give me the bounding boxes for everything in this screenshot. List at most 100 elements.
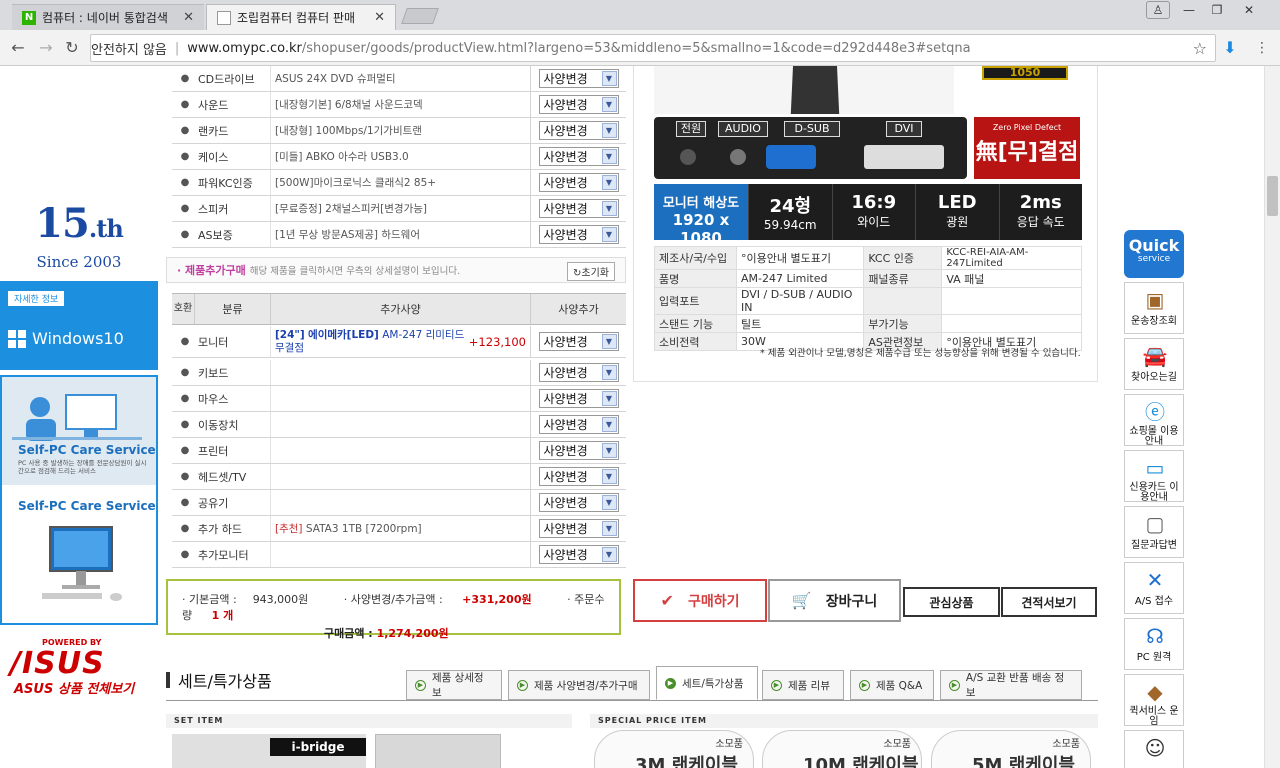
option-select[interactable]: 사양변경 ▼ (538, 147, 619, 166)
close-icon[interactable]: ✕ (374, 10, 385, 25)
tab-naver-search[interactable]: N 컴퓨터 : 네이버 통합검색 ✕ (12, 4, 204, 30)
add-row-headset[interactable]: ● 헤드셋/TV 사양변경 ▼ (172, 464, 626, 490)
add-row-storage[interactable]: ● 이동장치 사양변경 ▼ (172, 412, 626, 438)
info-value: °이용안내 별도표기 (735, 246, 865, 270)
special-item[interactable]: 소모품 10M 랜케이블 (762, 730, 922, 768)
add-description[interactable]: [추천] SATA3 1TB [7200rpm] (270, 516, 530, 541)
reload-icon[interactable]: ↻ (62, 38, 82, 58)
add-row-printer[interactable]: ● 프린터 사양변경 ▼ (172, 438, 626, 464)
select-value: 사양변경 (543, 444, 588, 458)
tab-label: A/S 교환 반품 배송 정보 (965, 672, 1065, 699)
spec-row-cd-drive[interactable]: ● CD드라이브 ASUS 24X DVD 슈퍼멀티 사양변경 ▼ (172, 66, 626, 92)
info-value (941, 314, 1082, 333)
option-select[interactable]: 사양변경 ▼ (538, 95, 619, 114)
quick-item-card-guide[interactable]: ▭ 신용카드 이용안내 (1124, 450, 1184, 503)
special-item-title: 3M 랜케이블 (635, 755, 738, 768)
option-select[interactable]: 사양변경 ▼ (538, 173, 619, 192)
self-pc-care-banner[interactable]: Self-PC Care Service PC 사용 중 발생하는 장애를 전문… (0, 375, 158, 625)
close-icon[interactable]: ✕ (183, 10, 194, 25)
profile-icon[interactable]: ♙ (1146, 1, 1170, 19)
add-row-hdd[interactable]: ● 추가 하드 [추천] SATA3 1TB [7200rpm] 사양변경 ▼ (172, 516, 626, 542)
quick-item-remote[interactable]: ☊ PC 원격 (1124, 618, 1184, 670)
quick-item-directions[interactable]: 🚘 찾아오는길 (1124, 338, 1184, 390)
add-row-mouse[interactable]: ● 마우스 사양변경 ▼ (172, 386, 626, 412)
forward-icon[interactable]: → (36, 38, 56, 58)
bookmark-star-icon[interactable]: ☆ (1193, 39, 1207, 58)
option-select[interactable]: 사양변경 ▼ (538, 441, 619, 460)
option-select[interactable]: 사양변경 ▼ (538, 519, 619, 538)
minimize-button[interactable]: — (1176, 0, 1202, 20)
tab-set-special[interactable]: ▶ 세트/특가상품 (656, 666, 758, 700)
info-key: 패널종류 (863, 269, 943, 288)
option-select[interactable]: 사양변경 ▼ (538, 225, 619, 244)
extension-icon[interactable]: ⬇ (1220, 38, 1240, 58)
bullet: ● (180, 203, 190, 214)
option-select[interactable]: 사양변경 ▼ (538, 69, 619, 88)
quote-button[interactable]: 견적서보기 (1001, 587, 1097, 617)
bullet: ● (180, 367, 190, 378)
spec-category: 케이스 (198, 150, 229, 164)
quick-item-tracking[interactable]: ▣ 운송장조회 (1124, 282, 1184, 334)
menu-icon[interactable]: ⋮ (1252, 38, 1272, 58)
option-select[interactable]: 사양변경 ▼ (538, 332, 619, 351)
option-select[interactable]: 사양변경 ▼ (538, 389, 619, 408)
special-item[interactable]: 소모품 3M 랜케이블 (594, 730, 754, 768)
quick-item-support[interactable]: ☺ (1124, 730, 1184, 768)
spec-row-case[interactable]: ● 케이스 [미들] ABKO 아수라 USB3.0 사양변경 ▼ (172, 144, 626, 170)
option-select[interactable]: 사양변경 ▼ (538, 415, 619, 434)
tab-product-detail[interactable]: ▶ 제품 상세정보 (406, 670, 502, 700)
add-description (270, 412, 530, 437)
scrollbar-thumb[interactable] (1267, 176, 1278, 216)
add-row-monitor[interactable]: ● 모니터 [24"] 에이메카[LED] AM-247 리미티드 무결점 +1… (172, 326, 626, 358)
option-select[interactable]: 사양변경 ▼ (538, 363, 619, 382)
add-row-router[interactable]: ● 공유기 사양변경 ▼ (172, 490, 626, 516)
back-icon[interactable]: ← (8, 38, 28, 58)
tab-product-page[interactable]: 조립컴퓨터 컴퓨터 판매 ✕ (206, 4, 396, 30)
tab-as-info[interactable]: ▶ A/S 교환 반품 배송 정보 (940, 670, 1082, 700)
set-item-thumb[interactable]: i-bridge (172, 734, 366, 768)
add-row-keyboard[interactable]: ● 키보드 사양변경 ▼ (172, 360, 626, 386)
buy-button[interactable]: ✔ 구매하기 (633, 579, 767, 622)
quick-service-header[interactable]: Quick service (1124, 230, 1184, 278)
restore-button[interactable]: ❐ (1204, 0, 1230, 20)
reset-button[interactable]: ↻초기화 (567, 262, 615, 281)
quick-item-label: 찾아오는길 (1131, 372, 1177, 383)
spec-row-lan[interactable]: ● 랜카드 [내장형] 100Mbps/1기가비트랜 사양변경 ▼ (172, 118, 626, 144)
new-tab-button[interactable] (401, 8, 439, 24)
wishlist-button[interactable]: 관심상품 (903, 587, 1000, 617)
special-item[interactable]: 소모품 5M 랜케이블 (931, 730, 1091, 768)
quick-item-qna[interactable]: ▢ 질문과답변 (1124, 506, 1184, 558)
spec-row-speaker[interactable]: ● 스피커 [무료증정] 2채널스피커[변경가능] 사양변경 ▼ (172, 196, 626, 222)
spec-row-as-warranty[interactable]: ● AS보증 [1년 무상 방문AS제공] 하드웨어 사양변경 ▼ (172, 222, 626, 248)
close-window-button[interactable]: ✕ (1234, 0, 1264, 20)
option-select[interactable]: 사양변경 ▼ (538, 199, 619, 218)
address-bar[interactable]: i 안전하지 않음 | www.omypc.co.kr/shopuser/goo… (90, 34, 1216, 229)
quick-item-shop-guide[interactable]: ⓔ 쇼핑몰 이용안내 (1124, 394, 1184, 447)
option-select[interactable]: 사양변경 ▼ (538, 545, 619, 564)
product-note: * 제품 외관이나 모델,명칭은 제품수급 또는 성능향상을 위해 변경될 수 … (760, 348, 1081, 359)
info-key: 품명 (654, 269, 737, 288)
asus-banner[interactable]: POWERED BY /ISUS ASUS 상품 전체보기 (0, 630, 158, 698)
quick-item-quick-delivery[interactable]: ◆ 퀵서비스 운임 (1124, 674, 1184, 727)
option-select[interactable]: 사양변경 ▼ (538, 467, 619, 486)
windows10-banner[interactable]: 자세한 정보 Windows10 (0, 281, 158, 370)
spec-row-power[interactable]: ● 파워KC인증 [500W]마이크로닉스 클래식2 85+ 사양변경 ▼ (172, 170, 626, 196)
add-description[interactable]: [24"] 에이메카[LED] AM-247 리미티드 무결점 +123,100 (270, 326, 530, 357)
tab-review[interactable]: ▶ 제품 리뷰 (762, 670, 844, 700)
quick-item-as[interactable]: ✕ A/S 접수 (1124, 562, 1184, 614)
page-scrollbar[interactable] (1264, 66, 1280, 768)
tab-spec-change[interactable]: ▶ 제품 사양변경/추가구매 (508, 670, 650, 700)
cart-button[interactable]: 🛒 장바구니 (768, 579, 901, 622)
add-row-extra-monitor[interactable]: ● 추가모니터 사양변경 ▼ (172, 542, 626, 568)
option-select[interactable]: 사양변경 ▼ (538, 121, 619, 140)
spec-row-sound[interactable]: ● 사운드 [내장형기본] 6/8채널 사운드코덱 사양변경 ▼ (172, 92, 626, 118)
anniversary-banner[interactable]: 15.th Since 2003 (0, 200, 158, 281)
resolution-cell: 모니터 해상도 1920 x 1080 (654, 184, 748, 247)
option-select[interactable]: 사양변경 ▼ (538, 493, 619, 512)
set-item-thumb[interactable] (375, 734, 501, 768)
tab-qna[interactable]: ▶ 제품 Q&A (850, 670, 934, 700)
self-pc-subtitle: PC 사용 중 발생하는 장애를 전문상담원이 실시간으로 점검해 드리는 서비… (18, 459, 147, 475)
bullet: ● (180, 549, 190, 560)
product-info-table: 제조사/국/수입 °이용안내 별도표기 KCC 인증 KCC-REI-AIA-AM-2… (654, 246, 1082, 351)
spec-category: AS보증 (198, 228, 233, 242)
